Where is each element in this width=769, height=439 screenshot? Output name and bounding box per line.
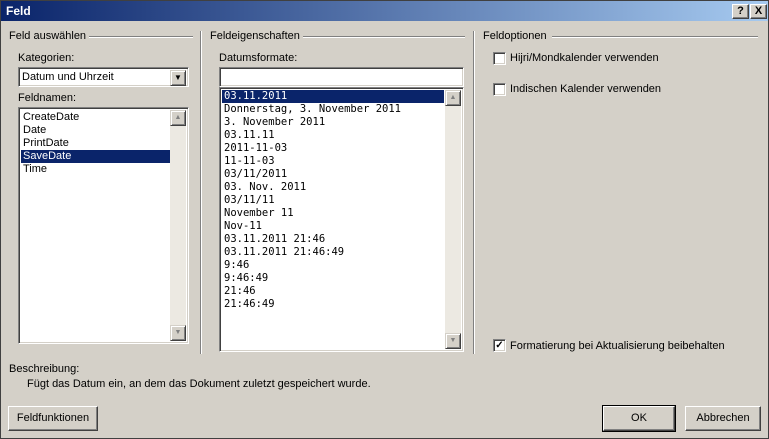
list-item[interactable]: PrintDate — [21, 137, 172, 150]
divider — [473, 31, 475, 354]
divider — [552, 36, 758, 38]
categories-select[interactable]: Datum und Uhrzeit ▼ — [18, 67, 189, 87]
preserve-formatting-checkbox[interactable]: ✓ — [493, 339, 506, 352]
categories-label: Kategorien: — [18, 52, 75, 64]
field-options-group-title: Feldoptionen — [483, 30, 547, 42]
hijri-label[interactable]: Hijri/Mondkalender verwenden — [510, 52, 659, 64]
list-item[interactable]: November 11 — [222, 207, 444, 220]
scroll-down-icon[interactable]: ▼ — [445, 333, 461, 349]
list-item[interactable]: 03. Nov. 2011 — [222, 181, 444, 194]
cancel-button[interactable]: Abbrechen — [685, 406, 761, 431]
field-properties-group-title: Feldeigenschaften — [210, 30, 300, 42]
window-title: Feld — [6, 4, 31, 18]
select-field-group-title: Feld auswählen — [9, 30, 87, 42]
list-item[interactable]: 3. November 2011 — [222, 116, 444, 129]
help-button[interactable]: ? — [732, 4, 749, 19]
formats-list[interactable]: 03.11.2011 Donnerstag, 3. November 2011 3.… — [219, 87, 464, 352]
description-text: Fügt das Datum ein, an dem das Dokument … — [27, 378, 371, 390]
list-item[interactable]: 9:46:49 — [222, 272, 444, 285]
fieldnames-scrollbar[interactable]: ▲ ▼ — [170, 110, 186, 341]
list-item[interactable]: 03/11/11 — [222, 194, 444, 207]
formats-items: 03.11.2011 Donnerstag, 3. November 2011 3.… — [222, 90, 444, 311]
close-button[interactable]: X — [750, 4, 767, 19]
list-item[interactable]: 03.11.11 — [222, 129, 444, 142]
indian-calendar-checkbox[interactable] — [493, 83, 506, 96]
divider — [89, 36, 193, 38]
fieldnames-items: CreateDate Date PrintDate SaveDate Time — [21, 111, 172, 176]
list-item[interactable]: 03.11.2011 — [222, 90, 444, 103]
divider — [200, 31, 202, 354]
list-item[interactable]: 03/11/2011 — [222, 168, 444, 181]
formats-label: Datumsformate: — [219, 52, 298, 64]
scroll-down-icon[interactable]: ▼ — [170, 325, 186, 341]
ok-button[interactable]: OK — [602, 405, 676, 432]
format-input[interactable] — [219, 67, 464, 87]
list-item[interactable]: 11-11-03 — [222, 155, 444, 168]
indian-calendar-label[interactable]: Indischen Kalender verwenden — [510, 83, 661, 95]
categories-value: Datum und Uhrzeit — [22, 71, 114, 83]
fieldnames-list[interactable]: CreateDate Date PrintDate SaveDate Time ▲ ▼ — [18, 107, 189, 344]
list-item[interactable]: Donnerstag, 3. November 2011 — [222, 103, 444, 116]
checkmark-icon: ✓ — [495, 340, 504, 351]
list-item[interactable]: 2011-11-03 — [222, 142, 444, 155]
title-bar: Feld — [1, 1, 768, 21]
field-dialog: Feld ? X Feld auswählen Kategorien: Datu… — [0, 0, 769, 439]
list-item[interactable]: Date — [21, 124, 172, 137]
list-item[interactable]: 9:46 — [222, 259, 444, 272]
preserve-formatting-label[interactable]: Formatierung bei Aktualisierung beibehal… — [510, 340, 725, 352]
list-item[interactable]: 21:46:49 — [222, 298, 444, 311]
list-item[interactable]: 21:46 — [222, 285, 444, 298]
chevron-down-icon[interactable]: ▼ — [170, 70, 186, 86]
description-label: Beschreibung: — [9, 363, 80, 375]
list-item[interactable]: SaveDate — [21, 150, 172, 163]
scroll-up-icon[interactable]: ▲ — [445, 90, 461, 106]
divider — [303, 36, 465, 38]
list-item[interactable]: 03.11.2011 21:46 — [222, 233, 444, 246]
formats-scrollbar[interactable]: ▲ ▼ — [445, 90, 461, 349]
list-item[interactable]: Time — [21, 163, 172, 176]
fieldnames-label: Feldnamen: — [18, 92, 77, 104]
field-codes-button[interactable]: Feldfunktionen — [8, 406, 98, 431]
list-item[interactable]: 03.11.2011 21:46:49 — [222, 246, 444, 259]
list-item[interactable]: Nov-11 — [222, 220, 444, 233]
hijri-checkbox[interactable] — [493, 52, 506, 65]
scroll-up-icon[interactable]: ▲ — [170, 110, 186, 126]
list-item[interactable]: CreateDate — [21, 111, 172, 124]
